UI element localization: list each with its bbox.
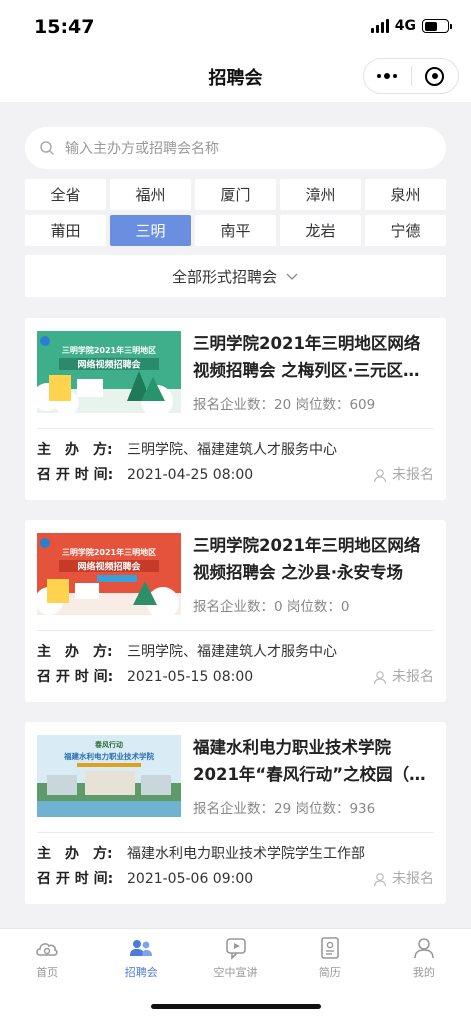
tab-broadcast[interactable]: 空中宣讲 [188, 929, 282, 985]
tab-home[interactable]: 首页 [0, 929, 94, 985]
more-button[interactable] [364, 59, 411, 93]
fair-stats: 报名企业数：0 岗位数：0 [193, 599, 350, 615]
fair-organizer: 三明学院、福建建筑人才服务中心 [127, 644, 337, 660]
more-dots-icon [377, 73, 398, 79]
job-fair-card[interactable]: 三明学院2021年三明地区 网络视频招聘会 三明学院2021年三明地区网络视频招… [25, 520, 446, 702]
job-fair-card[interactable]: 春风行动 福建水利电力职业技术学院 福建水利电力职业技术学院2021年“春风行动… [25, 722, 446, 904]
registration-status: 未报名 [373, 463, 434, 488]
city-option[interactable]: 泉州 [365, 179, 446, 210]
fair-poster-image: 三明学院2021年三明地区 网络视频招聘会 [37, 533, 181, 615]
fair-title: 三明学院2021年三明地区网络视频招聘会 之沙县·永安专场 [193, 536, 421, 582]
chevron-down-icon [286, 273, 298, 280]
fair-time: 2021-04-25 08:00 [127, 467, 254, 483]
city-filter-grid: 全省 福州 厦门 漳州 泉州 莆田 三明 南平 龙岩 宁德 [25, 179, 446, 246]
fair-poster-image: 春风行动 福建水利电力职业技术学院 [37, 735, 181, 817]
poster-line1: 福建水利电力职业技术学院 [63, 751, 154, 761]
organizer-label: 主 办 方: [37, 644, 113, 660]
status-time: 15:47 [34, 16, 95, 38]
user-outline-icon [373, 873, 387, 887]
page-title: 招聘会 [208, 68, 263, 89]
city-option[interactable]: 南平 [195, 215, 276, 246]
poster-line1: 三明学院2021年三明地区 [62, 345, 156, 355]
registration-status: 未报名 [373, 665, 434, 690]
fair-organizer: 三明学院、福建建筑人才服务中心 [127, 442, 337, 458]
search-input[interactable]: 输入主办方或招聘会名称 [25, 127, 446, 169]
tab-label: 首页 [36, 966, 59, 979]
fair-type-dropdown[interactable]: 全部形式招聘会 [25, 255, 446, 297]
time-label: 召 开 时 间: [37, 871, 114, 887]
poster-line2: 网络视频招聘会 [77, 561, 141, 573]
search-placeholder: 输入主办方或招聘会名称 [65, 141, 219, 157]
tab-label: 简历 [318, 966, 341, 979]
city-option-selected[interactable]: 三明 [110, 215, 191, 246]
tab-label: 我的 [412, 966, 435, 979]
chat-broadcast-icon [225, 938, 246, 960]
search-icon [40, 141, 54, 155]
poster-line1: 三明学院2021年三明地区 [62, 547, 156, 557]
bottom-tab-bar: 首页 招聘会 空中宣讲 简历 我的 [0, 928, 471, 1020]
fair-stats: 报名企业数：29 岗位数：936 [193, 801, 376, 817]
network-type: 4G [394, 18, 416, 34]
signal-icon [370, 19, 389, 33]
fair-stats: 报名企业数：20 岗位数：609 [193, 397, 376, 413]
time-label: 召 开 时 间: [37, 467, 114, 483]
tab-label: 空中宣讲 [213, 966, 258, 979]
tab-job-fair[interactable]: 招聘会 [94, 929, 188, 985]
fair-title: 福建水利电力职业技术学院2021年“春风行动”之校园（… [193, 738, 426, 784]
poster-line2: 网络视频招聘会 [77, 359, 141, 371]
resume-icon [320, 937, 339, 959]
people-icon [130, 940, 153, 956]
city-option[interactable]: 全省 [25, 179, 106, 210]
organizer-label: 主 办 方: [37, 846, 113, 862]
close-target-icon [425, 66, 445, 86]
city-option[interactable]: 宁德 [365, 215, 446, 246]
poster-line2: 春风行动 [94, 740, 123, 749]
status-bar: 15:47 4G [0, 0, 471, 52]
city-option[interactable]: 龙岩 [280, 215, 361, 246]
battery-icon [422, 19, 452, 33]
user-outline-icon [373, 671, 387, 685]
fair-organizer: 福建水利电力职业技术学院学生工作部 [127, 846, 365, 862]
fair-type-label: 全部形式招聘会 [171, 267, 277, 286]
city-option[interactable]: 漳州 [280, 179, 361, 210]
user-outline-icon [373, 469, 387, 483]
fair-time: 2021-05-15 08:00 [127, 669, 254, 685]
fair-title: 三明学院2021年三明地区网络视频招聘会 之梅列区·三元区… [193, 334, 421, 380]
home-indicator [151, 1004, 321, 1009]
close-button[interactable] [412, 59, 459, 93]
job-fair-card[interactable]: 三明学院2021年三明地区 网络视频招聘会 三明学院2021年三明地区网络视频招… [25, 318, 446, 500]
tab-mine[interactable]: 我的 [377, 929, 471, 985]
user-icon [414, 938, 434, 959]
city-option[interactable]: 莆田 [25, 215, 106, 246]
organizer-label: 主 办 方: [37, 442, 113, 458]
fair-time: 2021-05-06 09:00 [127, 871, 254, 887]
miniprogram-capsule [363, 58, 459, 94]
city-option[interactable]: 福州 [110, 179, 191, 210]
tab-label: 招聘会 [124, 966, 158, 979]
home-cloud-icon [36, 943, 58, 956]
registration-status: 未报名 [373, 867, 434, 892]
fair-poster-image: 三明学院2021年三明地区 网络视频招聘会 [37, 331, 181, 413]
time-label: 召 开 时 间: [37, 669, 114, 685]
city-option[interactable]: 厦门 [195, 179, 276, 210]
nav-bar: 招聘会 [0, 52, 471, 102]
tab-resume[interactable]: 简历 [283, 929, 377, 985]
status-icons: 4G [370, 18, 452, 34]
